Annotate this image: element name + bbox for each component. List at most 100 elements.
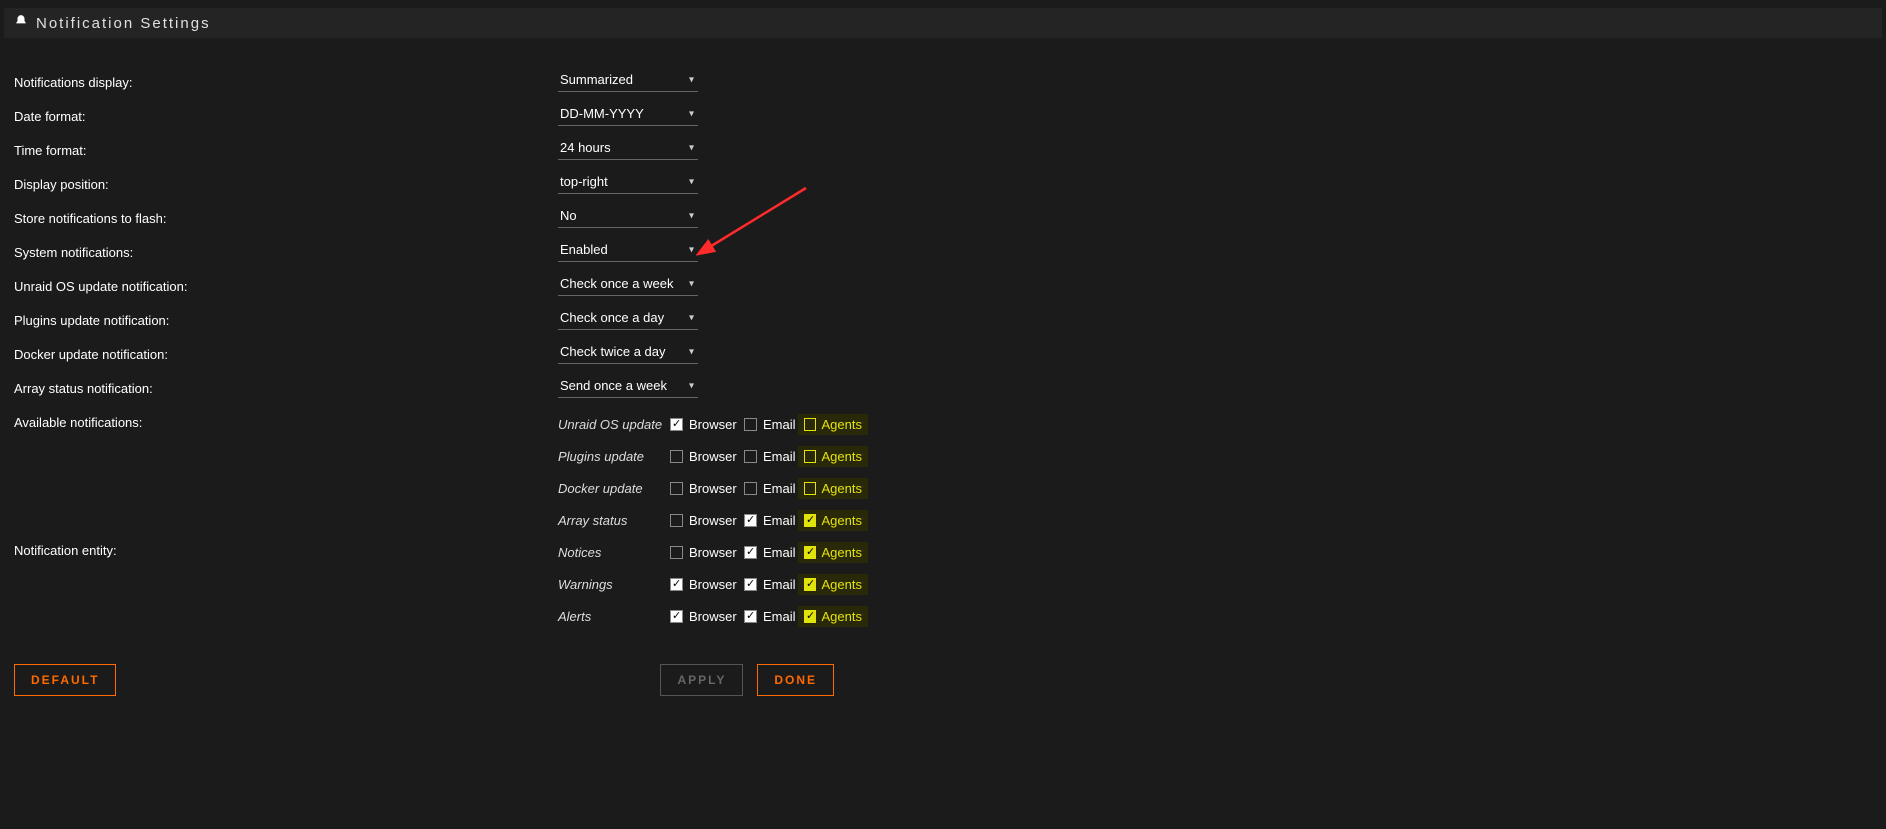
checkbox-browser[interactable]: Browser [670, 513, 744, 528]
checkbox-agents-input[interactable] [804, 610, 816, 623]
checkbox-browser-input[interactable] [670, 482, 683, 495]
chevron-down-icon: ▾ [689, 312, 694, 323]
notification-name: Array status [558, 513, 670, 528]
select-date-format[interactable]: DD-MM-YYYY ▾ [558, 102, 698, 126]
checkbox-label: Agents [822, 609, 862, 624]
checkbox-label: Browser [689, 513, 737, 528]
checkbox-email[interactable]: Email [744, 609, 798, 624]
checkbox-label: Browser [689, 577, 737, 592]
select-system-notifications[interactable]: Enabled ▾ [558, 238, 698, 262]
checkbox-agents[interactable]: Agents [798, 446, 868, 467]
checkbox-email-input[interactable] [744, 482, 757, 495]
checkbox-email[interactable]: Email [744, 545, 798, 560]
checkbox-browser-input[interactable] [670, 514, 683, 527]
chevron-down-icon: ▾ [689, 210, 694, 221]
checkbox-email-input[interactable] [744, 546, 757, 559]
checkbox-label: Agents [822, 481, 862, 496]
select-store-flash[interactable]: No ▾ [558, 204, 698, 228]
checkbox-browser[interactable]: Browser [670, 481, 744, 496]
default-button[interactable]: DEFAULT [14, 664, 116, 696]
checkbox-email[interactable]: Email [744, 449, 798, 464]
notification-row: Docker updateBrowser Email Agents [558, 472, 868, 504]
checkbox-browser[interactable]: Browser [670, 449, 744, 464]
notification-name: Warnings [558, 577, 670, 592]
checkbox-browser-input[interactable] [670, 450, 683, 463]
notification-name: Notices [558, 545, 670, 560]
checkbox-email-input[interactable] [744, 514, 757, 527]
checkbox-email-input[interactable] [744, 610, 757, 623]
checkbox-email[interactable]: Email [744, 513, 798, 528]
label-date-format: Date format: [14, 102, 558, 124]
notification-row: NoticesBrowser Email Agents [558, 536, 868, 568]
select-plugins-update[interactable]: Check once a day ▾ [558, 306, 698, 330]
checkbox-label: Email [763, 545, 796, 560]
notification-name: Alerts [558, 609, 670, 624]
checkbox-label: Agents [822, 417, 862, 432]
checkbox-agents[interactable]: Agents [798, 510, 868, 531]
notification-row: Unraid OS updateBrowser Email Agents [558, 408, 868, 440]
button-row: DEFAULT APPLY DONE [14, 664, 1886, 696]
page-title: Notification Settings [36, 15, 211, 32]
label-plugins-update: Plugins update notification: [14, 306, 558, 328]
checkbox-agents-input[interactable] [804, 514, 816, 527]
checkbox-browser-input[interactable] [670, 578, 683, 591]
label-system-notifications: System notifications: [14, 238, 558, 260]
label-docker-update: Docker update notification: [14, 340, 558, 362]
notification-entity-list: NoticesBrowserEmailAgentsWarningsBrowser… [558, 536, 868, 632]
checkbox-agents-input[interactable] [804, 418, 816, 431]
checkbox-label: Browser [689, 449, 737, 464]
select-notifications-display[interactable]: Summarized ▾ [558, 68, 698, 92]
checkbox-agents[interactable]: Agents [798, 574, 868, 595]
checkbox-browser-input[interactable] [670, 546, 683, 559]
checkbox-browser-input[interactable] [670, 610, 683, 623]
checkbox-agents[interactable]: Agents [798, 542, 868, 563]
select-docker-update[interactable]: Check twice a day ▾ [558, 340, 698, 364]
label-os-update: Unraid OS update notification: [14, 272, 558, 294]
checkbox-label: Email [763, 513, 796, 528]
checkbox-agents[interactable]: Agents [798, 606, 868, 627]
checkbox-browser-input[interactable] [670, 418, 683, 431]
label-time-format: Time format: [14, 136, 558, 158]
chevron-down-icon: ▾ [689, 244, 694, 255]
notification-row: Plugins updateBrowserEmailAgents [558, 440, 868, 472]
settings-form: Notifications display: Summarized ▾ Date… [0, 38, 1886, 696]
checkbox-label: Email [763, 417, 796, 432]
checkbox-email[interactable]: Email [744, 417, 798, 432]
notification-name: Unraid OS update [558, 417, 670, 432]
select-array-status[interactable]: Send once a week ▾ [558, 374, 698, 398]
checkbox-label: Email [763, 609, 796, 624]
notification-row: Warnings Browser Email Agents [558, 568, 868, 600]
chevron-down-icon: ▾ [689, 176, 694, 187]
checkbox-email-input[interactable] [744, 450, 757, 463]
chevron-down-icon: ▾ [689, 108, 694, 119]
select-display-position[interactable]: top-right ▾ [558, 170, 698, 194]
checkbox-label: Agents [822, 545, 862, 560]
select-os-update[interactable]: Check once a week ▾ [558, 272, 698, 296]
notification-row: Array status Browser EmailAgents [558, 504, 868, 536]
apply-button[interactable]: APPLY [660, 664, 743, 696]
checkbox-agents-input[interactable] [804, 482, 816, 495]
checkbox-email-input[interactable] [744, 578, 757, 591]
checkbox-label: Email [763, 481, 796, 496]
notification-name: Docker update [558, 481, 670, 496]
checkbox-browser[interactable]: Browser [670, 417, 744, 432]
checkbox-email[interactable]: Email [744, 481, 798, 496]
checkbox-label: Agents [822, 577, 862, 592]
checkbox-agents[interactable]: Agents [798, 414, 868, 435]
checkbox-agents-input[interactable] [804, 546, 816, 559]
checkbox-agents-input[interactable] [804, 450, 816, 463]
checkbox-agents-input[interactable] [804, 578, 816, 591]
checkbox-email[interactable]: Email [744, 577, 798, 592]
checkbox-browser[interactable]: Browser [670, 545, 744, 560]
checkbox-browser[interactable]: Browser [670, 609, 744, 624]
checkbox-agents[interactable]: Agents [798, 478, 868, 499]
available-notifications-list: Unraid OS updateBrowserEmailAgentsPlugin… [558, 408, 868, 536]
select-time-format[interactable]: 24 hours ▾ [558, 136, 698, 160]
checkbox-label: Agents [822, 449, 862, 464]
bell-icon [14, 14, 28, 32]
checkbox-email-input[interactable] [744, 418, 757, 431]
checkbox-label: Browser [689, 609, 737, 624]
label-display-position: Display position: [14, 170, 558, 192]
checkbox-browser[interactable]: Browser [670, 577, 744, 592]
done-button[interactable]: DONE [757, 664, 834, 696]
